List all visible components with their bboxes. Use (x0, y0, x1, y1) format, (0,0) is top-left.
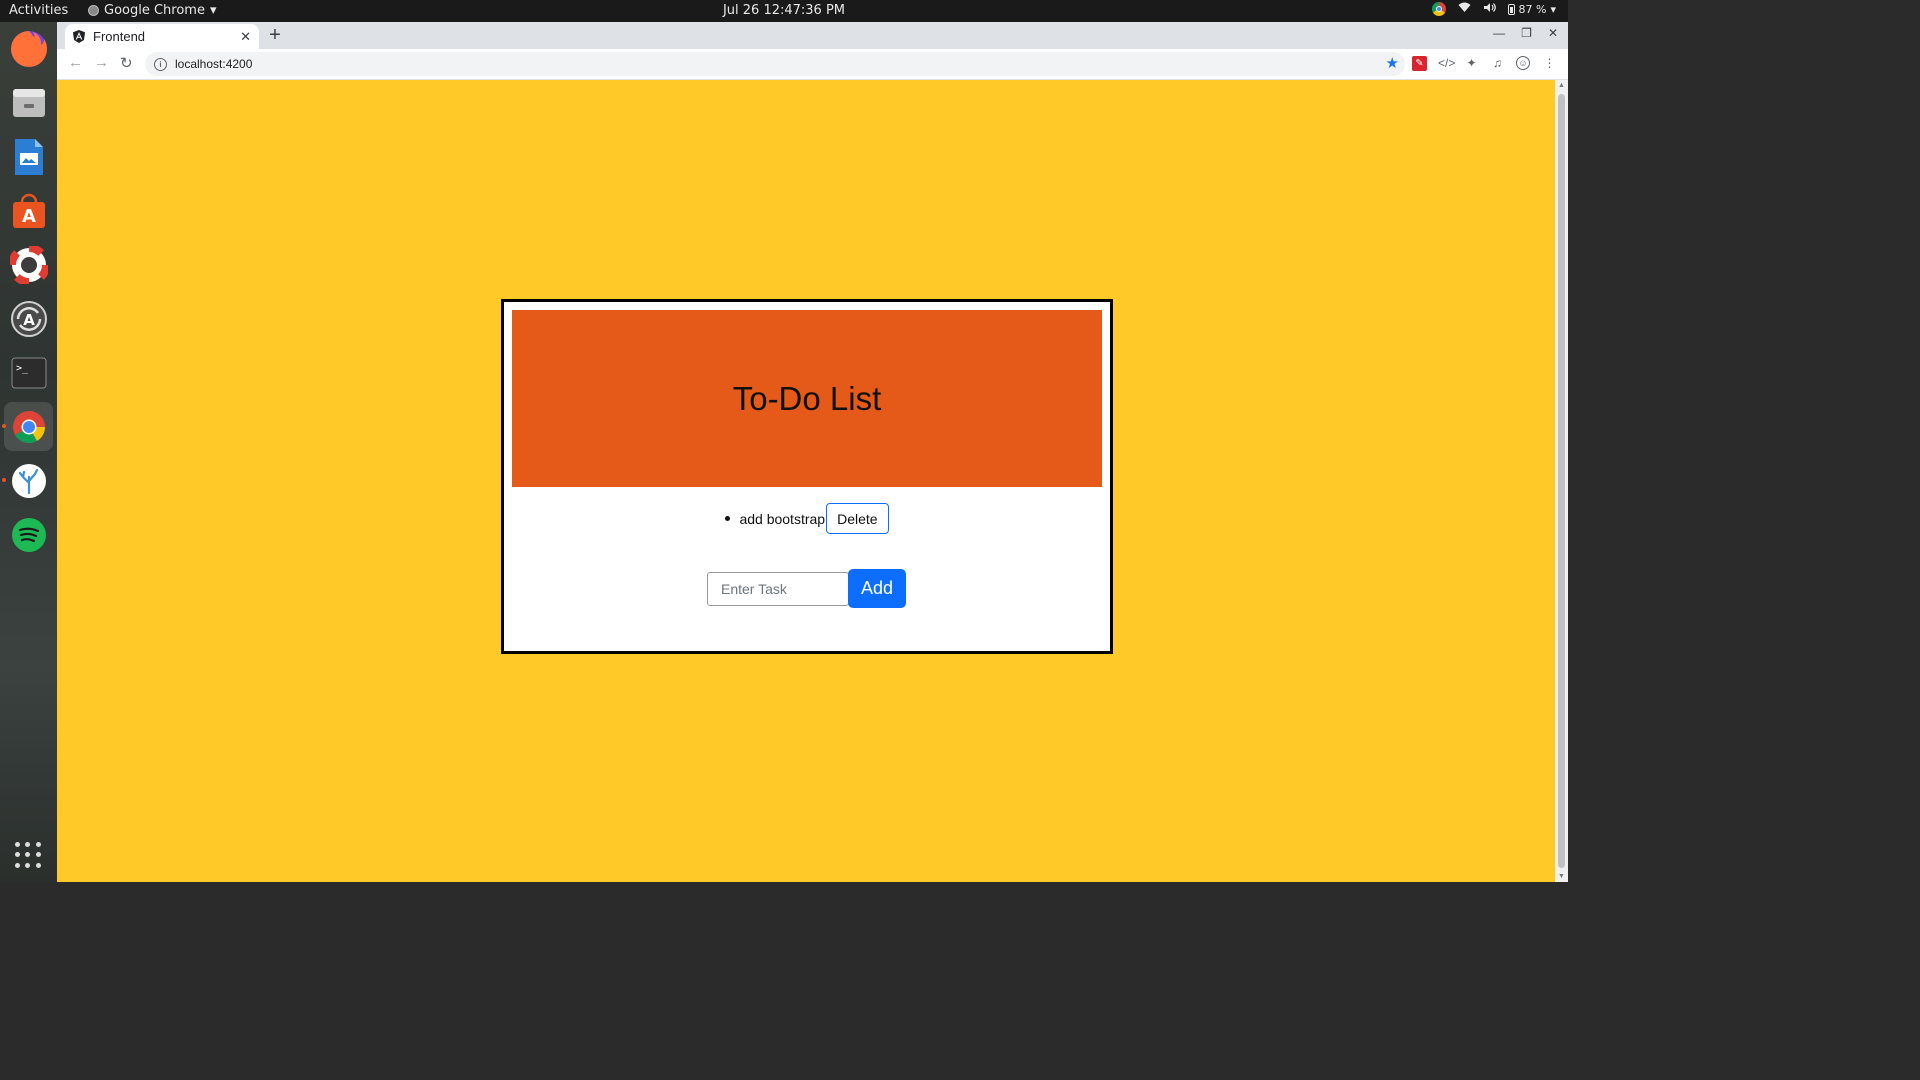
url-text[interactable]: localhost:4200 (175, 57, 252, 71)
running-indicator (2, 478, 6, 482)
dock-item-terminal[interactable]: >_ (4, 348, 53, 397)
task-text: add bootstrap (739, 510, 826, 527)
profile-avatar-icon[interactable]: ☺ (1516, 56, 1530, 70)
close-tab-icon[interactable]: ✕ (240, 29, 251, 45)
address-bar[interactable]: i localhost:4200 ★ (145, 52, 1405, 76)
dock-item-software-updater[interactable]: A (4, 294, 53, 343)
scroll-up-icon[interactable]: ▲ (1558, 82, 1565, 89)
code-extension-icon[interactable]: </> (1438, 56, 1455, 71)
extensions-puzzle-icon[interactable]: ✦ (1464, 56, 1479, 71)
browser-window: Frontend ✕ + — ❐ ✕ ← → ↻ i localhost:420… (57, 22, 1568, 882)
window-controls: — ❐ ✕ (1493, 26, 1558, 40)
page-title: To-Do List (732, 379, 882, 417)
tab-frontend[interactable]: Frontend ✕ (65, 24, 259, 49)
add-button[interactable]: Add (848, 569, 906, 608)
app-menu-label: Google Chrome (104, 3, 205, 18)
svg-text:A: A (22, 206, 36, 227)
list-item: add bootstrap Delete (725, 503, 889, 534)
add-task-form: Add (707, 569, 906, 608)
restore-icon[interactable]: ❐ (1521, 26, 1532, 40)
app-menu[interactable]: Google Chrome ▾ (88, 3, 217, 18)
chrome-app-icon (88, 5, 99, 16)
browser-toolbar: ← → ↻ i localhost:4200 ★ ✎ </> ✦ ♫ ☺ ⋮ (57, 49, 1568, 79)
dock-item-chrome[interactable] (4, 402, 53, 451)
dock: A A >_ (0, 22, 57, 882)
dock-item-software-center[interactable]: A (4, 186, 53, 235)
terminal-icon: >_ (11, 357, 46, 388)
todo-card: To-Do List add bootstrap Delete Add (501, 299, 1113, 654)
bullet-icon (725, 516, 731, 521)
libreoffice-writer-icon (14, 138, 43, 175)
wifi-icon (1458, 2, 1471, 16)
extension-red-icon[interactable]: ✎ (1412, 56, 1427, 71)
minimize-icon[interactable]: — (1493, 26, 1505, 40)
scrollbar-thumb[interactable] (1558, 94, 1565, 868)
dock-item-spotify[interactable] (4, 510, 53, 559)
dock-item-app[interactable] (4, 456, 53, 505)
dock-item-files[interactable] (4, 78, 53, 127)
scrollbar[interactable]: ▲ ▼ (1555, 80, 1568, 882)
back-icon[interactable]: ← (68, 54, 83, 71)
dock-item-help[interactable] (4, 240, 53, 289)
clock[interactable]: Jul 26 12:47:36 PM (0, 3, 1568, 18)
running-indicator (2, 424, 6, 428)
files-icon (12, 88, 45, 117)
chrome-icon (12, 410, 45, 443)
delete-button[interactable]: Delete (826, 503, 889, 534)
battery-percentage: 87 % (1518, 2, 1547, 16)
scroll-down-icon[interactable]: ▼ (1558, 873, 1565, 880)
app-icon (11, 463, 46, 498)
tab-title: Frontend (93, 29, 146, 44)
show-applications-icon[interactable] (15, 842, 41, 868)
site-info-icon[interactable]: i (154, 57, 167, 71)
media-control-icon[interactable]: ♫ (1490, 56, 1505, 71)
page-viewport: To-Do List add bootstrap Delete Add (57, 80, 1555, 882)
forward-icon[interactable]: → (94, 54, 109, 71)
software-center-icon: A (12, 193, 45, 228)
help-icon (9, 245, 48, 284)
dock-item-firefox[interactable] (4, 24, 53, 73)
reload-icon[interactable]: ↻ (120, 54, 133, 72)
battery-icon (1507, 3, 1515, 15)
svg-text:A: A (23, 311, 35, 329)
system-tray[interactable]: 87 % ▾ (1431, 2, 1556, 16)
tab-strip: Frontend ✕ + — ❐ ✕ (57, 22, 1568, 49)
chrome-icon[interactable] (1431, 2, 1446, 16)
activities-button[interactable]: Activities (9, 3, 68, 18)
bookmark-star-icon[interactable]: ★ (1386, 54, 1399, 72)
software-updater-icon: A (10, 300, 47, 337)
spotify-icon (11, 517, 46, 552)
firefox-icon (10, 30, 47, 67)
close-window-icon[interactable]: ✕ (1548, 26, 1558, 40)
system-top-bar: Activities Google Chrome ▾ Jul 26 12:47:… (0, 0, 1568, 22)
task-list: add bootstrap Delete (504, 503, 1110, 534)
dock-item-libreoffice-writer[interactable] (4, 132, 53, 181)
system-menu-icon[interactable]: ▾ (1550, 3, 1556, 16)
task-input[interactable] (707, 571, 849, 606)
angular-favicon-icon (73, 30, 85, 43)
volume-icon (1483, 2, 1496, 16)
todo-header: To-Do List (512, 310, 1102, 487)
new-tab-button[interactable]: + (263, 25, 287, 47)
chevron-down-icon: ▾ (209, 3, 217, 18)
chrome-menu-icon[interactable]: ⋮ (1542, 56, 1557, 71)
svg-text:>_: >_ (16, 363, 29, 374)
